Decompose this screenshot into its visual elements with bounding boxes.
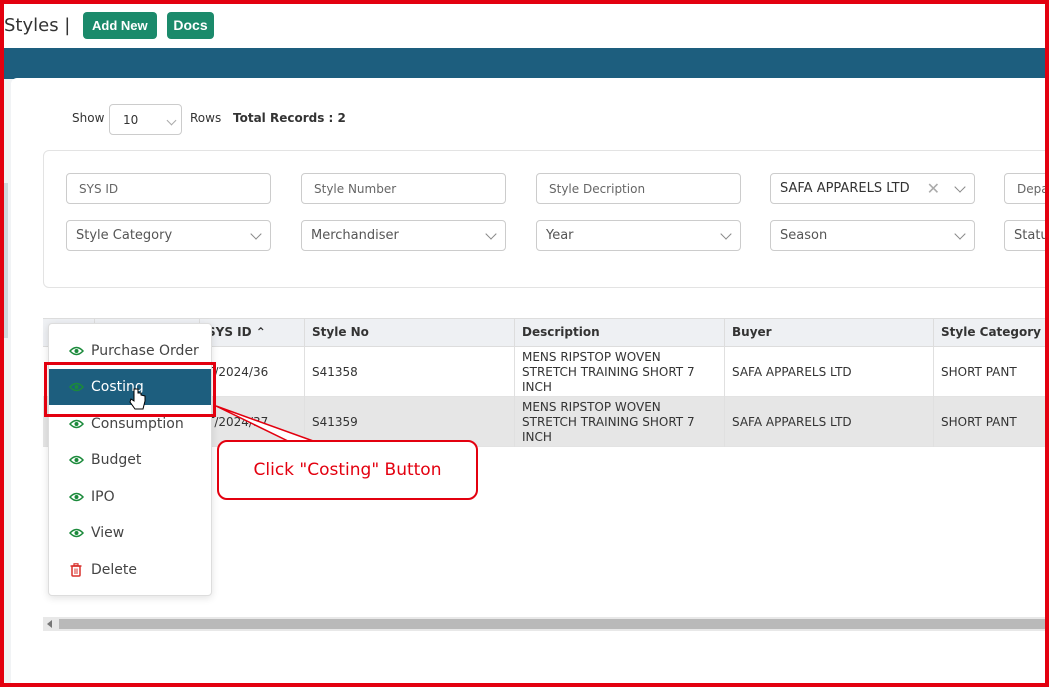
annotation-pointer: [215, 405, 317, 445]
instruction-callout: Click "Costing" Button: [217, 440, 478, 500]
